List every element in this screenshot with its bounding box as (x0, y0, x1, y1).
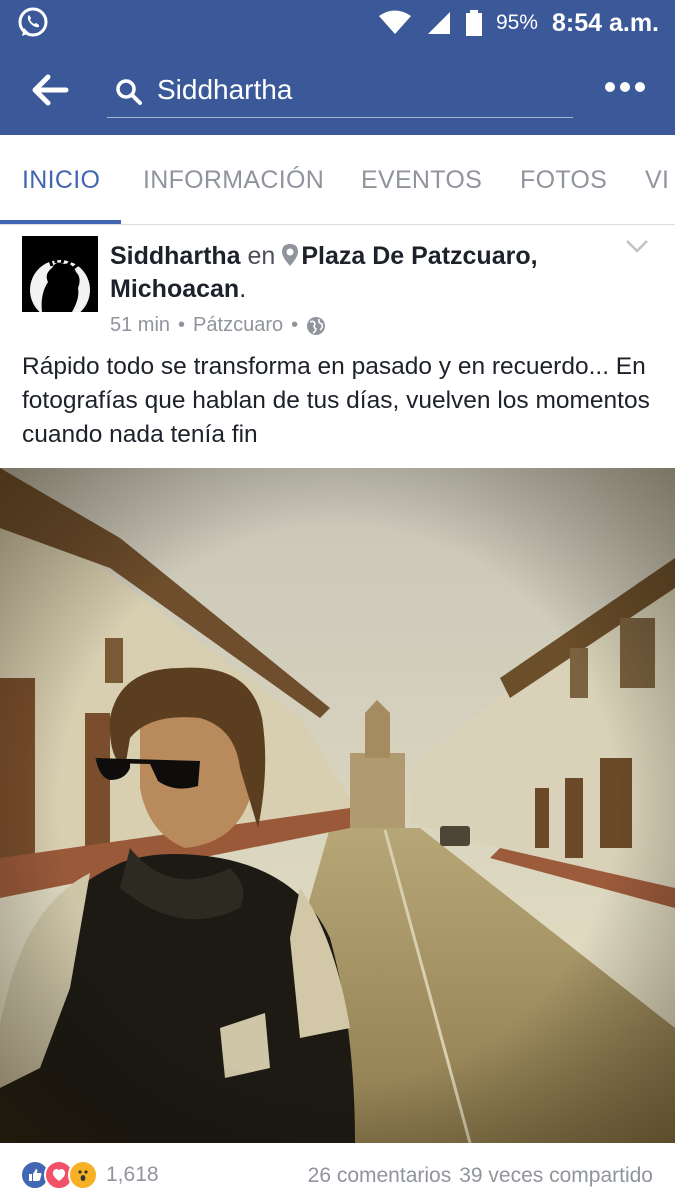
signal-icon (427, 12, 450, 34)
search-field[interactable]: Siddhartha (107, 66, 573, 118)
top-toolbar: Siddhartha (0, 46, 675, 135)
author-name[interactable]: Siddhartha (110, 242, 241, 270)
whatsapp-icon (18, 7, 48, 37)
post-header: Siddhartha en Plaza De Patzcuaro, Michoa… (110, 240, 600, 306)
post-text: Rápido todo se transforma en pasado y en… (22, 353, 650, 448)
meta-separator: • (178, 314, 186, 336)
search-query[interactable]: Siddhartha (157, 74, 292, 106)
post-photo[interactable] (0, 468, 675, 1143)
more-options-icon[interactable] (605, 82, 645, 94)
search-icon (116, 79, 142, 105)
post-footer: 1,618 26 comentarios 39 veces compartido (0, 1156, 675, 1200)
post-time[interactable]: 51 min (110, 314, 170, 337)
page-tabs: INICIO INFORMACIÓN EVENTOS FOTOS VI (0, 135, 675, 225)
battery-percentage: 95% (495, 11, 538, 34)
reaction-count: 1,618 (106, 1163, 159, 1186)
active-tab-indicator (0, 220, 121, 224)
tab-videos[interactable]: VI (645, 166, 669, 195)
connector-text: en (247, 242, 276, 270)
chevron-down-icon[interactable] (625, 238, 649, 254)
globe-icon (307, 316, 326, 335)
comments-count[interactable]: 26 comentarios (308, 1164, 452, 1188)
wifi-icon (378, 10, 411, 34)
status-bar: 95% 8:54 a.m. (0, 0, 675, 46)
reactions-summary[interactable]: 1,618 (20, 1160, 159, 1190)
wow-icon (68, 1160, 98, 1190)
tab-inicio[interactable]: INICIO (22, 166, 100, 195)
meta-separator: • (291, 314, 299, 336)
post-meta: 51 min • Pátzcuaro • (110, 314, 326, 337)
tab-fotos[interactable]: FOTOS (520, 166, 607, 195)
post-place[interactable]: Pátzcuaro (193, 314, 283, 337)
location-pin-icon (282, 244, 299, 266)
post-card: Siddhartha en Plaza De Patzcuaro, Michoa… (0, 226, 675, 1200)
back-arrow-icon[interactable] (30, 72, 70, 108)
tab-informacion[interactable]: INFORMACIÓN (143, 166, 324, 195)
tab-eventos[interactable]: EVENTOS (361, 166, 482, 195)
battery-icon (465, 10, 482, 36)
avatar[interactable] (22, 236, 98, 312)
clock: 8:54 a.m. (551, 8, 659, 37)
shares-count[interactable]: 39 veces compartido (459, 1164, 653, 1188)
location-end: . (239, 275, 247, 303)
